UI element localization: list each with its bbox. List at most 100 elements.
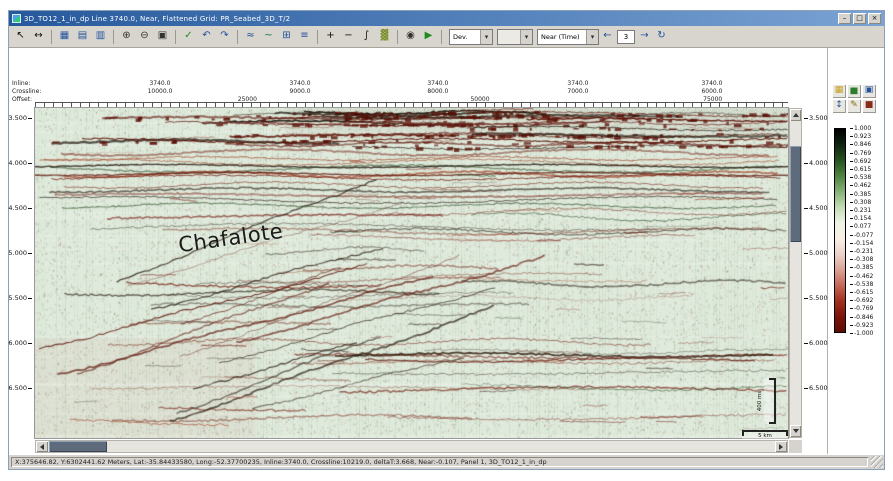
redo-icon[interactable]: ↷ bbox=[216, 28, 233, 45]
time-axis-label-right: 5.500 bbox=[804, 294, 828, 302]
minimize-button[interactable]: – bbox=[838, 13, 851, 24]
statusbar: X:375646.82, Y:6302441.62 Meters, Lat:-3… bbox=[9, 454, 884, 469]
pointer-icon[interactable]: ↖ bbox=[12, 28, 29, 45]
play-icon[interactable]: ▶ bbox=[420, 28, 437, 45]
scrollbar-corner bbox=[789, 440, 802, 453]
edit-palette-icon[interactable]: ✎ bbox=[847, 99, 861, 113]
colorbar-value-label: 0.462 bbox=[850, 182, 871, 189]
lock-palette-icon[interactable]: ■ bbox=[862, 99, 876, 113]
scroll-left-icon[interactable] bbox=[36, 441, 48, 452]
wiggle-trace-icon[interactable]: ∫ bbox=[358, 28, 375, 45]
volume-dropdown[interactable]: Near (Time) bbox=[537, 28, 599, 45]
refresh-icon[interactable]: ↻ bbox=[653, 28, 670, 45]
grid-icon[interactable]: ⊞ bbox=[278, 28, 295, 45]
dev-dropdown[interactable]: Dev. bbox=[449, 28, 493, 45]
gain-up-icon[interactable]: + bbox=[322, 28, 339, 45]
time-axis-label-right: 4.000 bbox=[804, 159, 828, 167]
flatten-icon[interactable]: ≈ bbox=[242, 28, 259, 45]
status-field: X:375646.82, Y:6302441.62 Meters, Lat:-3… bbox=[11, 457, 868, 467]
close-button[interactable]: × bbox=[868, 13, 881, 24]
colorbar-value-label: -0.385 bbox=[850, 264, 873, 271]
time-axis-label-left: 4.500 bbox=[2, 204, 32, 212]
scroll-right-icon[interactable] bbox=[775, 441, 787, 452]
panel-number-input[interactable] bbox=[617, 29, 635, 44]
toolbar-separator bbox=[397, 29, 398, 44]
inline-tick-row: 3740.0 3740.0 3740.0 3740.0 3740.0 bbox=[35, 80, 788, 88]
snapshot-icon[interactable]: ◉ bbox=[402, 28, 419, 45]
offset-ruler-ticks bbox=[35, 103, 788, 107]
seismic-section-canvas[interactable] bbox=[34, 107, 789, 439]
colorbar-value-label: -0.692 bbox=[850, 297, 873, 304]
vertical-scrollbar[interactable] bbox=[789, 108, 802, 438]
zoom-in-icon[interactable]: ⊕ bbox=[118, 28, 135, 45]
crossline-tick-row: 10000.0 9000.0 8000.0 7000.0 6000.0 bbox=[35, 88, 788, 96]
inline-tick-label: 3740.0 bbox=[701, 80, 723, 87]
time-axis-label-right: 4.500 bbox=[804, 204, 828, 212]
flip-palette-icon[interactable]: ↕ bbox=[832, 99, 846, 113]
colorbar-value-label: 0.077 bbox=[850, 223, 871, 230]
time-axis-label-left: 5.000 bbox=[2, 249, 32, 257]
horizontal-scale-bar: 5 km bbox=[742, 430, 788, 439]
crossline-tick-label: 8000.0 bbox=[427, 88, 449, 95]
colorbar-value-label: -0.077 bbox=[850, 232, 873, 239]
status-text: X:375646.82, Y:6302441.62 Meters, Lat:-3… bbox=[15, 458, 547, 466]
horizontal-scrollbar-thumb[interactable] bbox=[49, 441, 107, 452]
time-axis-label-right: 3.500 bbox=[804, 114, 828, 122]
toolbar-separator bbox=[175, 29, 176, 44]
scroll-down-icon[interactable] bbox=[790, 425, 801, 437]
time-axis-label-left: 3.500 bbox=[2, 114, 32, 122]
inline-tick-label: 3740.0 bbox=[567, 80, 589, 87]
crossline-tick-label: 7000.0 bbox=[567, 88, 589, 95]
horizontal-scale-label: 5 km bbox=[758, 433, 772, 439]
window-buttons: – □ × bbox=[838, 13, 881, 24]
next-panel-icon[interactable]: → bbox=[636, 28, 653, 45]
window-title: 3D_TO12_1_in_dp Line 3740.0, Near, Flatt… bbox=[24, 14, 291, 23]
colorbar-value-label: 0.692 bbox=[850, 158, 871, 165]
variable-density-icon[interactable]: ▓ bbox=[376, 28, 393, 45]
save-palette-icon[interactable]: ▣ bbox=[862, 84, 876, 98]
inline-tick-label: 3740.0 bbox=[427, 80, 449, 87]
undo-icon[interactable]: ↶ bbox=[198, 28, 215, 45]
vertical-scrollbar-thumb[interactable] bbox=[790, 146, 801, 242]
color-table-icon[interactable]: ▦ bbox=[832, 84, 846, 98]
horizon-icon[interactable]: ~ bbox=[260, 28, 277, 45]
prev-panel-icon[interactable]: ← bbox=[599, 28, 616, 45]
accept-icon[interactable]: ✓ bbox=[180, 28, 197, 45]
colorbar-value-label: 0.769 bbox=[850, 150, 871, 157]
inline-tick-label: 3740.0 bbox=[289, 80, 311, 87]
colorbar-value-label: -0.923 bbox=[850, 322, 873, 329]
maximize-button[interactable]: □ bbox=[853, 13, 866, 24]
table-icon[interactable]: ▤ bbox=[74, 28, 91, 45]
toolbar-separator bbox=[441, 29, 442, 44]
colorbar-value-label: -0.769 bbox=[850, 305, 873, 312]
volume-dropdown-value: Near (Time) bbox=[541, 32, 580, 41]
disabled-dropdown bbox=[497, 28, 533, 45]
inline-tick-label: 3740.0 bbox=[149, 80, 171, 87]
measure-icon[interactable]: ↔ bbox=[30, 28, 47, 45]
zoom-out-icon[interactable]: ⊖ bbox=[136, 28, 153, 45]
colorbar-value-label: -0.846 bbox=[850, 314, 873, 321]
colorbar-value-label: -0.462 bbox=[850, 273, 873, 280]
horizontal-scrollbar[interactable] bbox=[35, 440, 788, 453]
scroll-up-icon[interactable] bbox=[790, 109, 801, 121]
vertical-scale-bar: 400 ms bbox=[757, 378, 776, 424]
crossline-tick-label: 6000.0 bbox=[701, 88, 723, 95]
spreadsheet-icon[interactable]: ▦ bbox=[56, 28, 73, 45]
zoom-window-icon[interactable]: ▣ bbox=[154, 28, 171, 45]
toolbar-separator bbox=[113, 29, 114, 44]
colorbar-value-label: 0.846 bbox=[850, 141, 871, 148]
colorbar-value-label: 0.231 bbox=[850, 207, 871, 214]
colorbar-value-label: -1.000 bbox=[850, 330, 873, 337]
time-axis-label-right: 6.000 bbox=[804, 339, 828, 347]
histogram-panel-icon[interactable]: ▅ bbox=[847, 84, 861, 98]
toolbar-separator bbox=[51, 29, 52, 44]
gain-down-icon[interactable]: − bbox=[340, 28, 357, 45]
layers-icon[interactable]: ≡ bbox=[296, 28, 313, 45]
vertical-scale-label: 400 ms bbox=[756, 390, 763, 412]
dev-dropdown-value: Dev. bbox=[453, 32, 468, 41]
resize-grip[interactable] bbox=[871, 456, 883, 468]
time-axis-label-left: 4.000 bbox=[2, 159, 32, 167]
colorbar-panel: ▦ ▅ ▣ ↕ ✎ ■ 1.000 0.923 0.846 0.769 0.692 0.615 0.5… bbox=[827, 48, 884, 454]
offset-axis-label: Offset: bbox=[12, 96, 33, 103]
histogram-icon[interactable]: ▥ bbox=[92, 28, 109, 45]
